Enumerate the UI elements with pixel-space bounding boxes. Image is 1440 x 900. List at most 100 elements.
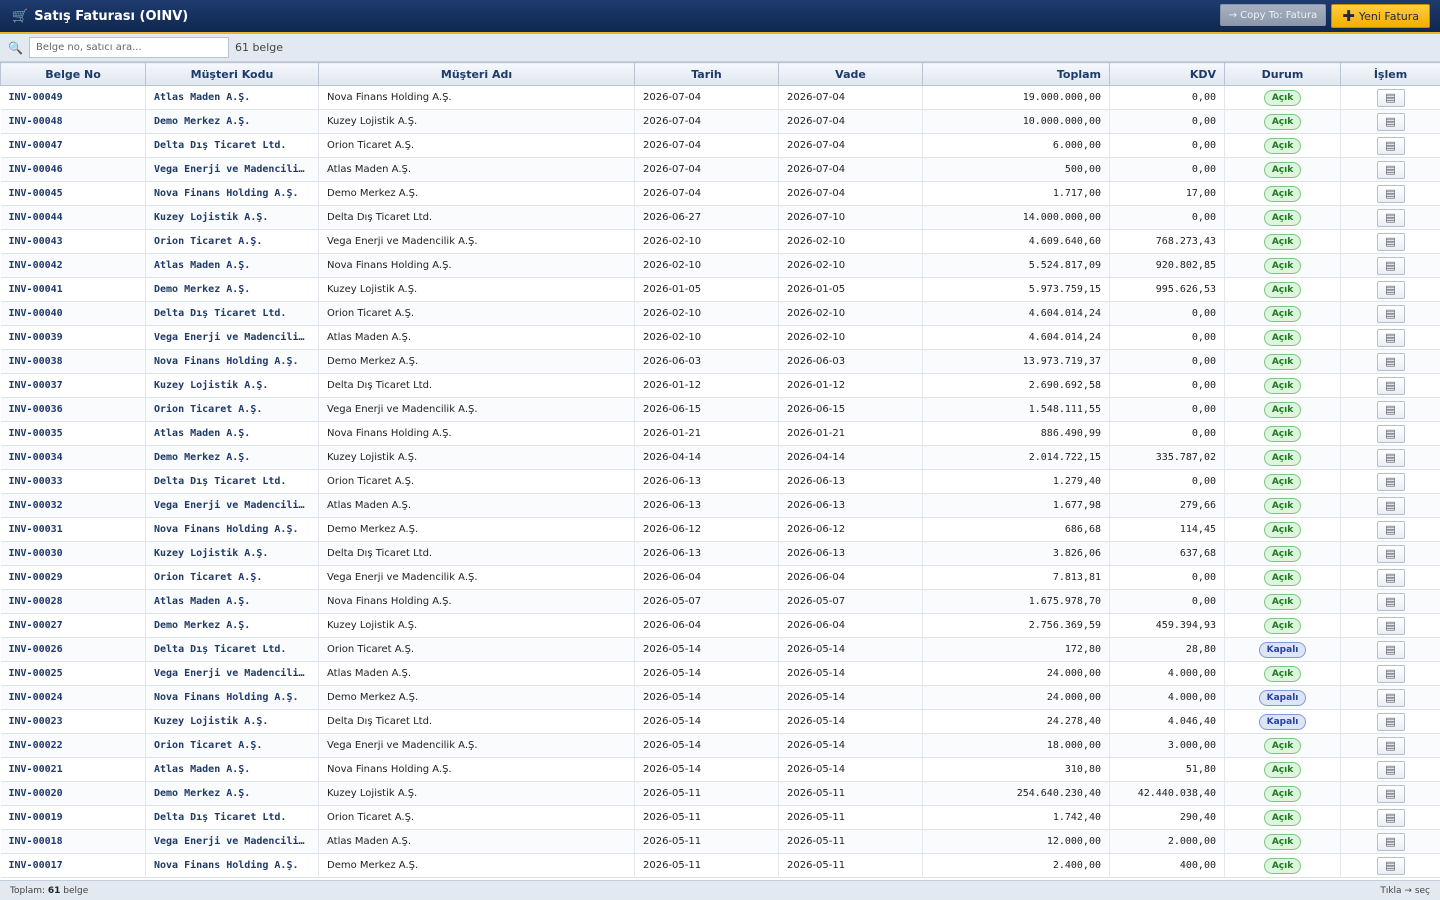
open-document-button[interactable]: ▤: [1376, 88, 1405, 107]
cell-customer-code: Nova Finans Holding A.Ş.: [145, 349, 319, 374]
open-document-button[interactable]: ▤: [1376, 160, 1405, 179]
column-header-date[interactable]: Tarih: [634, 62, 779, 86]
table-row[interactable]: INV-00019 Delta Dış Ticaret Ltd. Orion Tic…: [0, 805, 1440, 830]
cell-vat: 4.000,00: [1109, 685, 1225, 710]
open-document-button[interactable]: ▤: [1376, 280, 1405, 299]
new-invoice-button[interactable]: ✚ Yeni Fatura: [1331, 4, 1430, 28]
table-row[interactable]: INV-00017 Nova Finans Holding A.Ş. Demo Me…: [0, 853, 1440, 878]
open-document-button[interactable]: ▤: [1376, 664, 1405, 683]
table-row[interactable]: INV-00024 Nova Finans Holding A.Ş. Demo Me…: [0, 685, 1440, 710]
footer-total-prefix: Toplam:: [10, 885, 46, 896]
cell-action: ▤: [1340, 421, 1440, 446]
open-document-button[interactable]: ▤: [1376, 136, 1405, 155]
search-bar: 🔍 61 belge: [0, 34, 1440, 62]
open-document-button[interactable]: ▤: [1376, 400, 1405, 419]
open-document-button[interactable]: ▤: [1376, 256, 1405, 275]
table-row[interactable]: INV-00028 Atlas Maden A.Ş. Nova Finans Hol…: [0, 589, 1440, 614]
open-document-button[interactable]: ▤: [1376, 376, 1405, 395]
table-row[interactable]: INV-00046 Vega Enerji ve Madencilik A.Ş. A…: [0, 157, 1440, 182]
table-row[interactable]: INV-00033 Delta Dış Ticaret Ltd. Orion Tic…: [0, 469, 1440, 494]
table-row[interactable]: INV-00032 Vega Enerji ve Madencilik A.Ş. A…: [0, 493, 1440, 518]
table-row[interactable]: INV-00049 Atlas Maden A.Ş. Nova Finans Hol…: [0, 85, 1440, 110]
column-header-due[interactable]: Vade: [778, 62, 923, 86]
column-header-action[interactable]: İşlem: [1340, 62, 1440, 86]
open-document-button[interactable]: ▤: [1376, 112, 1405, 131]
cell-total: 1.279,40: [922, 469, 1110, 494]
table-row[interactable]: INV-00023 Kuzey Lojistik A.Ş. Delta Dış Ti…: [0, 709, 1440, 734]
open-document-button[interactable]: ▤: [1376, 328, 1405, 347]
table-row[interactable]: INV-00034 Demo Merkez A.Ş. Kuzey Lojistik …: [0, 445, 1440, 470]
cell-date: 2026-06-27: [634, 205, 779, 230]
table-row[interactable]: INV-00044 Kuzey Lojistik A.Ş. Delta Dış Ti…: [0, 205, 1440, 230]
footer-total-count: 61: [47, 885, 61, 896]
table-row[interactable]: INV-00039 Vega Enerji ve Madencilik A.Ş. A…: [0, 325, 1440, 350]
open-document-button[interactable]: ▤: [1376, 640, 1405, 659]
copy-to-button[interactable]: → Copy To: Fatura: [1219, 4, 1327, 26]
cell-vat: 920.802,85: [1109, 253, 1225, 278]
open-document-button[interactable]: ▤: [1376, 688, 1405, 707]
cell-vat: 2.000,00: [1109, 829, 1225, 854]
column-header-total[interactable]: Toplam: [922, 62, 1110, 86]
cell-status: Açık: [1224, 109, 1341, 134]
open-document-button[interactable]: ▤: [1376, 712, 1405, 731]
cell-date: 2026-02-10: [634, 253, 779, 278]
table-row[interactable]: INV-00020 Demo Merkez A.Ş. Kuzey Lojistik …: [0, 781, 1440, 806]
open-document-button[interactable]: ▤: [1376, 304, 1405, 323]
open-document-button[interactable]: ▤: [1376, 784, 1405, 803]
cell-due: 2026-05-07: [778, 589, 923, 614]
column-header-doc-no[interactable]: Belge No: [0, 62, 146, 86]
cell-doc-no: INV-00049: [0, 85, 146, 110]
open-document-button[interactable]: ▤: [1376, 736, 1405, 755]
cell-customer-code: Orion Ticaret A.Ş.: [145, 733, 319, 758]
table-row[interactable]: INV-00038 Nova Finans Holding A.Ş. Demo Me…: [0, 349, 1440, 374]
table-row[interactable]: INV-00035 Atlas Maden A.Ş. Nova Finans Hol…: [0, 421, 1440, 446]
table-row[interactable]: INV-00021 Atlas Maden A.Ş. Nova Finans Hol…: [0, 757, 1440, 782]
open-document-button[interactable]: ▤: [1376, 472, 1405, 491]
open-document-button[interactable]: ▤: [1376, 832, 1405, 851]
open-document-button[interactable]: ▤: [1376, 448, 1405, 467]
table-row[interactable]: INV-00018 Vega Enerji ve Madencilik A.Ş. A…: [0, 829, 1440, 854]
open-document-button[interactable]: ▤: [1376, 616, 1405, 635]
open-document-button[interactable]: ▤: [1376, 184, 1405, 203]
column-header-customer-name[interactable]: Müşteri Adı: [318, 62, 635, 86]
cell-action: ▤: [1340, 301, 1440, 326]
open-document-button[interactable]: ▤: [1376, 808, 1405, 827]
cell-customer-code: Nova Finans Holding A.Ş.: [145, 517, 319, 542]
table-row[interactable]: INV-00045 Nova Finans Holding A.Ş. Demo Me…: [0, 181, 1440, 206]
cell-due: 2026-07-04: [778, 85, 923, 110]
table-row[interactable]: INV-00026 Delta Dış Ticaret Ltd. Orion Tic…: [0, 637, 1440, 662]
open-document-button[interactable]: ▤: [1376, 496, 1405, 515]
table-row[interactable]: INV-00036 Orion Ticaret A.Ş. Vega Enerji v…: [0, 397, 1440, 422]
table-row[interactable]: INV-00027 Demo Merkez A.Ş. Kuzey Lojistik …: [0, 613, 1440, 638]
open-document-button[interactable]: ▤: [1376, 568, 1405, 587]
open-document-button[interactable]: ▤: [1376, 520, 1405, 539]
table-row[interactable]: INV-00040 Delta Dış Ticaret Ltd. Orion Tic…: [0, 301, 1440, 326]
open-document-button[interactable]: ▤: [1376, 760, 1405, 779]
cell-status: Açık: [1224, 397, 1341, 422]
open-document-button[interactable]: ▤: [1376, 424, 1405, 443]
table-row[interactable]: INV-00048 Demo Merkez A.Ş. Kuzey Lojistik …: [0, 109, 1440, 134]
table-row[interactable]: INV-00037 Kuzey Lojistik A.Ş. Delta Dış Ti…: [0, 373, 1440, 398]
table-row[interactable]: INV-00029 Orion Ticaret A.Ş. Vega Enerji v…: [0, 565, 1440, 590]
table-row[interactable]: INV-00031 Nova Finans Holding A.Ş. Demo Me…: [0, 517, 1440, 542]
table-row[interactable]: INV-00043 Orion Ticaret A.Ş. Vega Enerji v…: [0, 229, 1440, 254]
open-document-button[interactable]: ▤: [1376, 232, 1405, 251]
search-input[interactable]: [28, 37, 229, 58]
document-icon: ▤: [1385, 379, 1396, 392]
table-row[interactable]: INV-00030 Kuzey Lojistik A.Ş. Delta Dış Ti…: [0, 541, 1440, 566]
column-header-status[interactable]: Durum: [1224, 62, 1341, 86]
column-header-customer-code[interactable]: Müşteri Kodu: [145, 62, 319, 86]
column-header-vat[interactable]: KDV: [1109, 62, 1225, 86]
table-row[interactable]: INV-00047 Delta Dış Ticaret Ltd. Orion Tic…: [0, 133, 1440, 158]
open-document-button[interactable]: ▤: [1376, 592, 1405, 611]
cell-customer-code: Delta Dış Ticaret Ltd.: [145, 805, 319, 830]
open-document-button[interactable]: ▤: [1376, 352, 1405, 371]
table-row[interactable]: INV-00041 Demo Merkez A.Ş. Kuzey Lojistik …: [0, 277, 1440, 302]
open-document-button[interactable]: ▤: [1376, 544, 1405, 563]
table-row[interactable]: INV-00025 Vega Enerji ve Madencilik A.Ş. A…: [0, 661, 1440, 686]
table-row[interactable]: INV-00022 Orion Ticaret A.Ş. Vega Enerji v…: [0, 733, 1440, 758]
table-row[interactable]: INV-00042 Atlas Maden A.Ş. Nova Finans Hol…: [0, 253, 1440, 278]
cell-vat: 17,00: [1109, 181, 1225, 206]
open-document-button[interactable]: ▤: [1376, 856, 1405, 875]
open-document-button[interactable]: ▤: [1376, 208, 1405, 227]
